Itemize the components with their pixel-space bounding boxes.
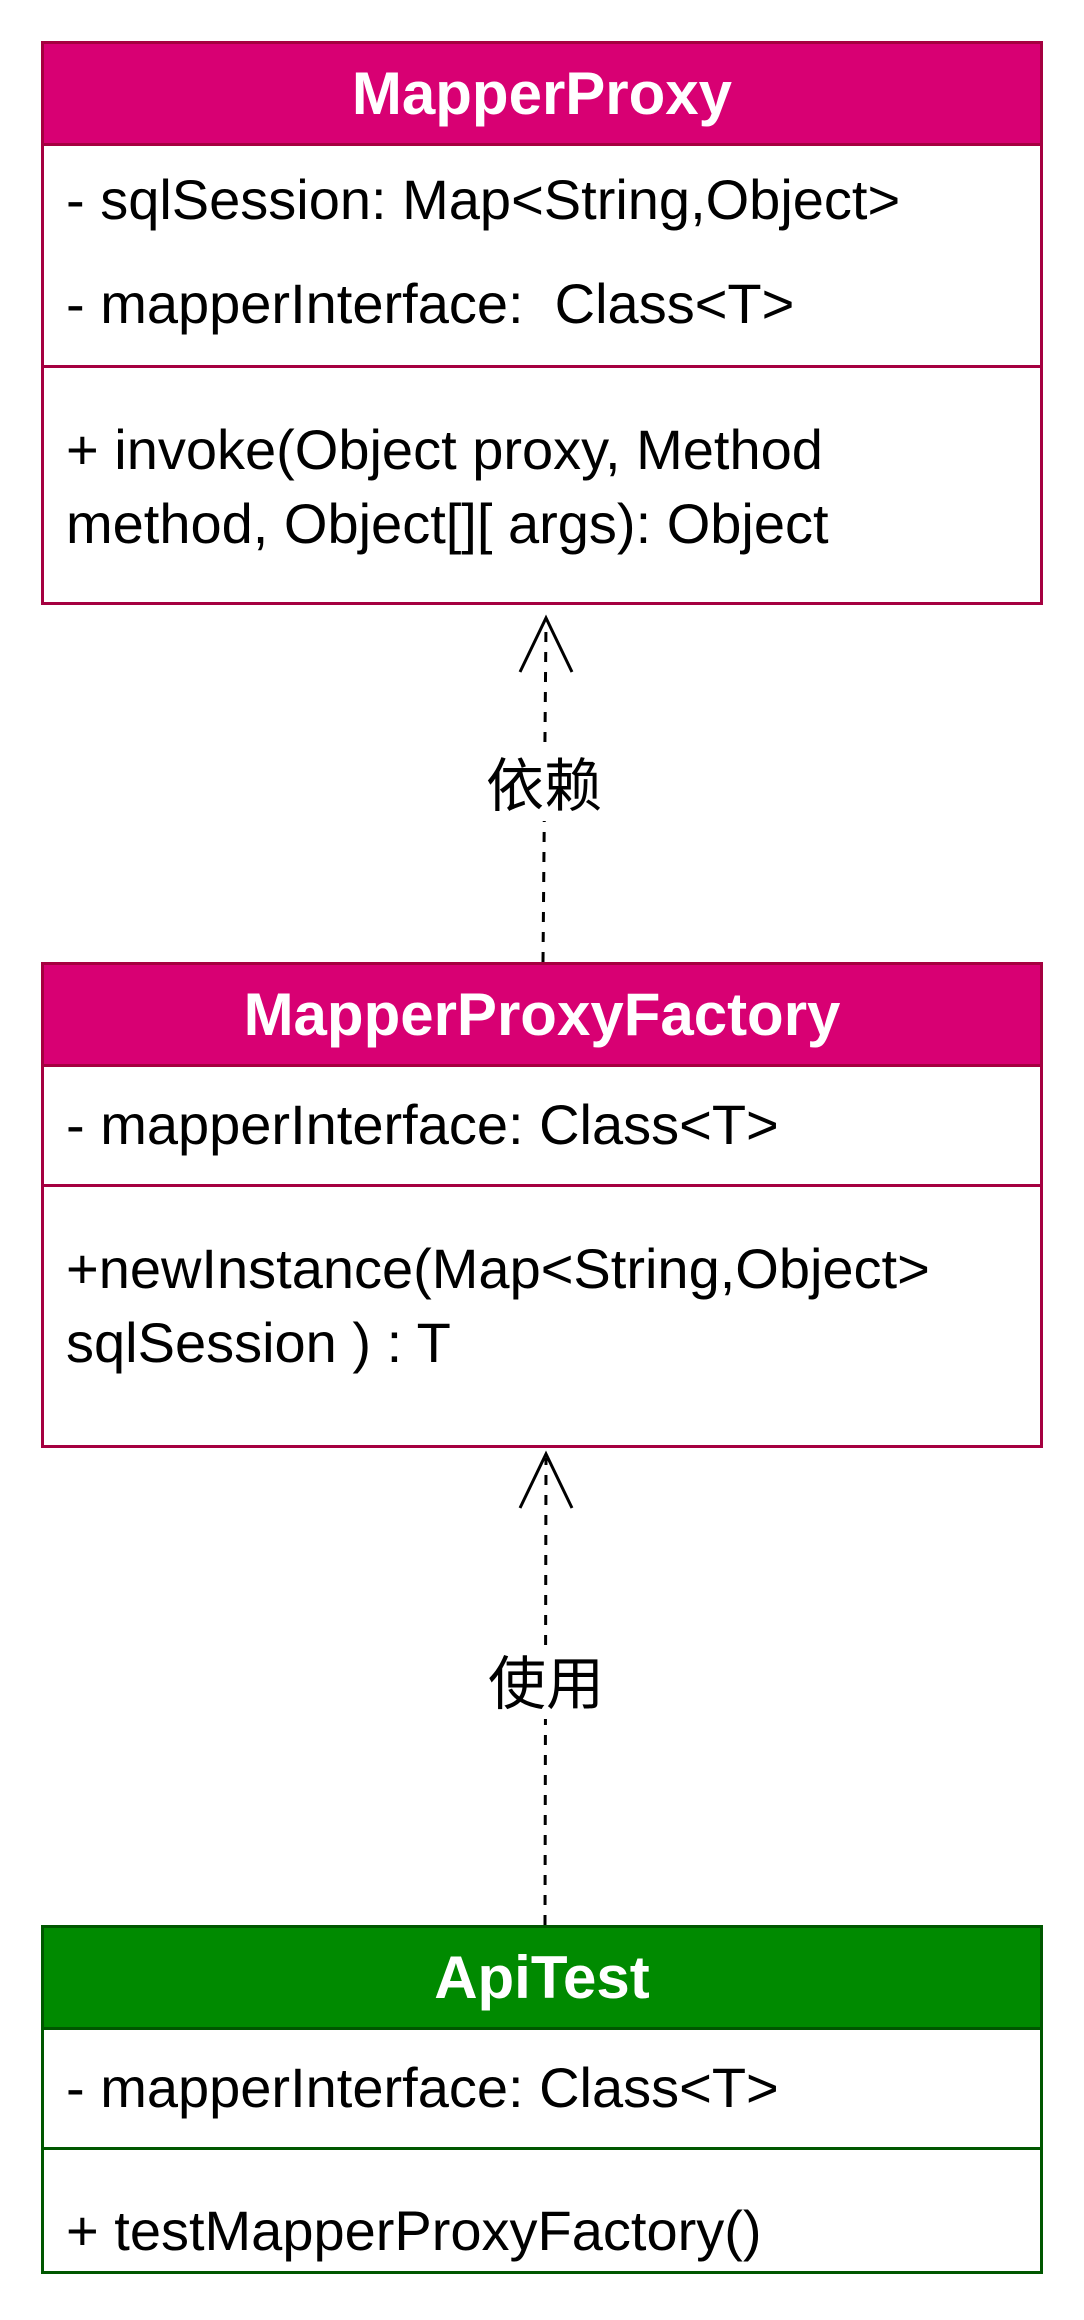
class-header-api-test: ApiTest	[44, 1928, 1040, 2030]
methods-section: + invoke(Object proxy, Method method, Ob…	[44, 368, 1040, 561]
attribute: - mapperInterface: Class<T>	[66, 2056, 779, 2119]
class-mapper-proxy-factory[interactable]: MapperProxyFactory - mapperInterface: Cl…	[41, 962, 1043, 1448]
attribute: - mapperInterface: Class<T>	[66, 272, 795, 335]
class-mapper-proxy[interactable]: MapperProxy - sqlSession: Map<String,Obj…	[41, 41, 1043, 605]
attribute: - mapperInterface: Class<T>	[66, 1093, 779, 1156]
class-header-mapper-proxy-factory: MapperProxyFactory	[44, 965, 1040, 1067]
method: sqlSession ) : T	[66, 1311, 451, 1374]
attributes-section: - mapperInterface: Class<T>	[44, 2030, 1040, 2150]
attributes-section: - mapperInterface: Class<T>	[44, 1067, 1040, 1187]
class-api-test[interactable]: ApiTest - mapperInterface: Class<T> + te…	[41, 1925, 1043, 2274]
attribute: - sqlSession: Map<String,Object>	[66, 168, 901, 231]
relation-label-depends: 依赖	[481, 751, 607, 821]
methods-section: +newInstance(Map<String,Object> sqlSessi…	[44, 1187, 1040, 1380]
methods-section: + testMapperProxyFactory()	[44, 2150, 1040, 2268]
relation-label-uses: 使用	[483, 1649, 609, 1719]
attributes-section: - sqlSession: Map<String,Object> - mappe…	[44, 146, 1040, 368]
method: +newInstance(Map<String,Object>	[66, 1237, 930, 1300]
method: + testMapperProxyFactory()	[66, 2199, 762, 2262]
method: method, Object[][ args): Object	[66, 492, 829, 555]
class-header-mapper-proxy: MapperProxy	[44, 44, 1040, 146]
method: + invoke(Object proxy, Method	[66, 418, 823, 481]
